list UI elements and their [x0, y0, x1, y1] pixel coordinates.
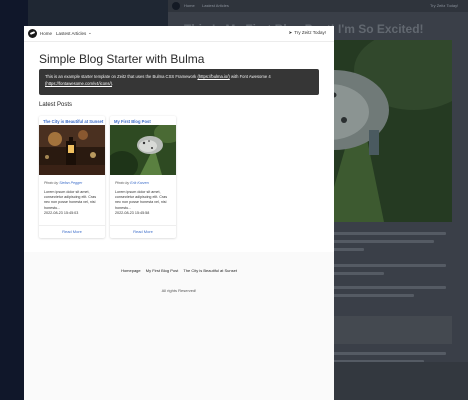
photographer-link[interactable]: Stefan Pegger: [59, 181, 82, 185]
footer: [24, 252, 334, 400]
paper-plane-icon: ➤: [288, 30, 293, 35]
footer-copyright: All rights Reserved!: [161, 288, 197, 293]
footer-link-first-post[interactable]: My First Blog Post: [146, 268, 178, 273]
notice-intro-text: This is an example starter template on Z…: [45, 74, 198, 79]
post-date: 2022-08-23 15:45:58: [115, 211, 150, 215]
post-card: My First Blog Post Photo by Erik Karzen …: [110, 116, 176, 238]
post-card: The City is Beautiful at Sunset Photo by…: [39, 116, 105, 238]
footer-link-homepage[interactable]: Homepage: [121, 268, 141, 273]
background-logo-icon: [172, 2, 180, 10]
nav-home-link[interactable]: Home: [40, 31, 52, 36]
read-more-link[interactable]: Read More: [39, 229, 105, 234]
background-nav-articles: Lastest Articles: [202, 3, 229, 8]
nav-latest-articles-dropdown[interactable]: Lastest Articles: [56, 31, 86, 36]
footer-link-city-sunset[interactable]: The City is Beautiful at Sunset: [183, 268, 237, 273]
background-navbar: Home Lastest Articles Try Zeitz Today!: [168, 0, 468, 12]
post-date: 2022-08-23 15:45:03: [44, 211, 79, 215]
post-title-link[interactable]: The City is Beautiful at Sunset: [43, 119, 103, 124]
post-excerpt: Lorem ipsum dolor sit amet, consectetur …: [44, 190, 97, 210]
card-divider: [110, 225, 176, 226]
notice-mid-text: with Font Awesome 4: [229, 74, 271, 79]
photo-credit: Photo by Stefan Pegger: [44, 181, 82, 185]
photo-credit: Photo by Erik Karzen: [115, 181, 149, 185]
page-title: Simple Blog Starter with Bulma: [39, 52, 205, 66]
photographer-link[interactable]: Erik Karzen: [130, 181, 149, 185]
chevron-down-icon[interactable]: ⌄: [88, 30, 92, 36]
photo-credit-prefix: Photo by: [44, 181, 60, 185]
try-zeitz-button[interactable]: ➤ Try Zeitz Today!: [288, 30, 328, 36]
post-thumbnail-city-sunset[interactable]: [39, 125, 105, 175]
notice-end-text: .: [112, 80, 114, 86]
card-divider: [39, 225, 105, 226]
zeitz-logo-icon[interactable]: [28, 29, 37, 38]
fontawesome-link[interactable]: (https://fontawesome.com/v4/icons/): [45, 81, 112, 86]
intro-notice: This is an example starter template on Z…: [39, 69, 319, 95]
footer-links: Homepage My First Blog Post The City is …: [24, 268, 334, 273]
post-excerpt: Lorem ipsum dolor sit amet, consectetur …: [115, 190, 168, 210]
photo-credit-prefix: Photo by: [115, 181, 131, 185]
intro-notice-text: This is an example starter template on Z…: [45, 74, 313, 87]
background-nav-home: Home: [184, 3, 195, 8]
bulma-link[interactable]: (https://bulma.io/): [197, 74, 229, 79]
foreground-window: Home Lastest Articles ⌄ ➤ Try Zeitz Today…: [24, 26, 334, 400]
post-title-link[interactable]: My First Blog Post: [114, 119, 151, 124]
try-zeitz-label: Try Zeitz Today!: [294, 30, 326, 35]
read-more-link[interactable]: Read More: [110, 229, 176, 234]
background-nav-cta: Try Zeitz Today!: [430, 3, 459, 8]
post-thumbnail-butterfly[interactable]: [110, 125, 176, 175]
latest-posts-heading: Latest Posts: [39, 102, 73, 108]
navbar: Home Lastest Articles ⌄ ➤ Try Zeitz Today…: [24, 26, 334, 42]
